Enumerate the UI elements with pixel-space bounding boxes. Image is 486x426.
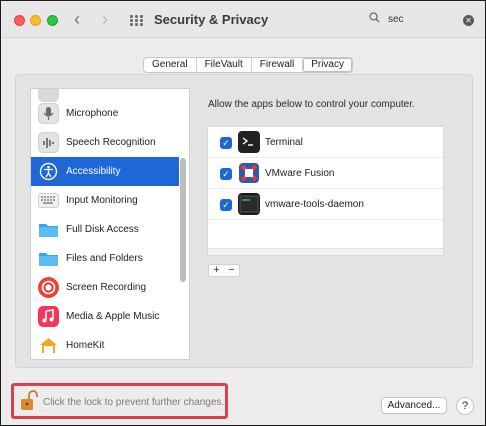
app-name: Terminal — [265, 137, 303, 148]
app-name: VMware Fusion — [265, 168, 335, 179]
home-icon — [38, 335, 59, 356]
lock-highlight-box: Click the lock to prevent further change… — [11, 383, 228, 419]
accessibility-icon — [38, 161, 59, 182]
sidebar-item-label: Accessibility — [66, 166, 121, 177]
app-row-terminal[interactable]: ✓ Terminal — [208, 127, 443, 158]
tab-firewall[interactable]: Firewall — [252, 58, 304, 72]
folder-icon — [38, 219, 59, 240]
tab-filevault[interactable]: FileVault — [197, 58, 252, 72]
search-field[interactable]: sec ✕ — [364, 10, 478, 31]
sidebar-item-label: Full Disk Access — [66, 224, 139, 235]
app-row-vmware-tools-daemon[interactable]: ✓ vmware-tools-daemon — [208, 189, 443, 220]
preferences-window: ‹ › Security & Privacy sec ✕ General Fil… — [0, 0, 486, 426]
sidebar-item-label: Media & Apple Music — [66, 311, 160, 322]
close-window-button[interactable] — [14, 15, 25, 26]
music-icon — [38, 306, 59, 327]
sidebar-item-media-apple-music[interactable]: Media & Apple Music — [31, 302, 179, 331]
title-bar: ‹ › Security & Privacy sec ✕ — [2, 2, 485, 38]
vmware-fusion-icon — [238, 162, 260, 184]
sidebar-item-label: Microphone — [66, 108, 119, 119]
back-button[interactable]: ‹ — [74, 9, 80, 29]
screen-recording-icon — [38, 277, 59, 298]
tab-general[interactable]: General — [144, 58, 197, 72]
sidebar-item-input-monitoring[interactable]: Input Monitoring — [31, 186, 179, 215]
show-all-grid-icon[interactable] — [130, 15, 143, 27]
sidebar-item-homekit[interactable]: HomeKit — [31, 331, 179, 359]
add-app-button[interactable]: + — [209, 265, 224, 276]
privacy-description: Allow the apps below to control your com… — [208, 99, 415, 110]
sidebar-item-label: Speech Recognition — [66, 137, 156, 148]
tab-bar: General FileVault Firewall Privacy — [143, 57, 353, 73]
sidebar-item-accessibility[interactable]: Accessibility — [31, 157, 179, 186]
list-footer — [208, 248, 443, 255]
minimize-window-button[interactable] — [30, 15, 41, 26]
sidebar-item-label: HomeKit — [66, 340, 105, 351]
keyboard-icon — [38, 193, 59, 208]
exec-icon — [238, 193, 260, 215]
tab-privacy[interactable]: Privacy — [303, 58, 352, 72]
terminal-icon — [238, 131, 260, 153]
privacy-category-list[interactable]: Microphone Speech Recognition Accessibil… — [30, 88, 190, 360]
zoom-window-button[interactable] — [47, 15, 58, 26]
add-remove-control: + − — [208, 264, 240, 277]
speech-recognition-icon — [38, 132, 59, 153]
help-button[interactable]: ? — [456, 397, 474, 415]
sidebar-item-microphone[interactable]: Microphone — [31, 99, 179, 128]
window-title: Security & Privacy — [154, 12, 269, 27]
checkbox-vmware-fusion[interactable]: ✓ — [220, 168, 232, 180]
sidebar-scrollbar[interactable] — [180, 158, 186, 282]
app-name: vmware-tools-daemon — [265, 199, 364, 210]
sidebar-item-files-and-folders[interactable]: Files and Folders — [31, 244, 179, 273]
advanced-button[interactable]: Advanced... — [381, 397, 447, 414]
search-input-value[interactable]: sec — [388, 14, 404, 25]
sidebar-item-screen-recording[interactable]: Screen Recording — [31, 273, 179, 302]
sidebar-item-full-disk-access[interactable]: Full Disk Access — [31, 215, 179, 244]
lock-status-text: Click the lock to prevent further change… — [43, 397, 225, 408]
remove-app-button[interactable]: − — [224, 265, 239, 276]
accessibility-app-list: ✓ Terminal ✓ VMware Fusion ✓ vmware-tool… — [207, 126, 444, 256]
sidebar-item-label: Input Monitoring — [66, 195, 138, 206]
checkbox-terminal[interactable]: ✓ — [220, 137, 232, 149]
lock-open-icon[interactable] — [20, 390, 38, 412]
clear-search-icon[interactable]: ✕ — [463, 15, 474, 26]
checkbox-vmware-tools-daemon[interactable]: ✓ — [220, 199, 232, 211]
forward-button[interactable]: › — [102, 9, 108, 29]
sidebar-item-label: Files and Folders — [66, 253, 143, 264]
microphone-icon — [38, 103, 59, 124]
sidebar-item-speech-recognition[interactable]: Speech Recognition — [31, 128, 179, 157]
sidebar-item-label: Screen Recording — [66, 282, 147, 293]
folder-icon — [38, 248, 59, 269]
search-icon — [369, 12, 380, 26]
app-row-vmware-fusion[interactable]: ✓ VMware Fusion — [208, 158, 443, 189]
